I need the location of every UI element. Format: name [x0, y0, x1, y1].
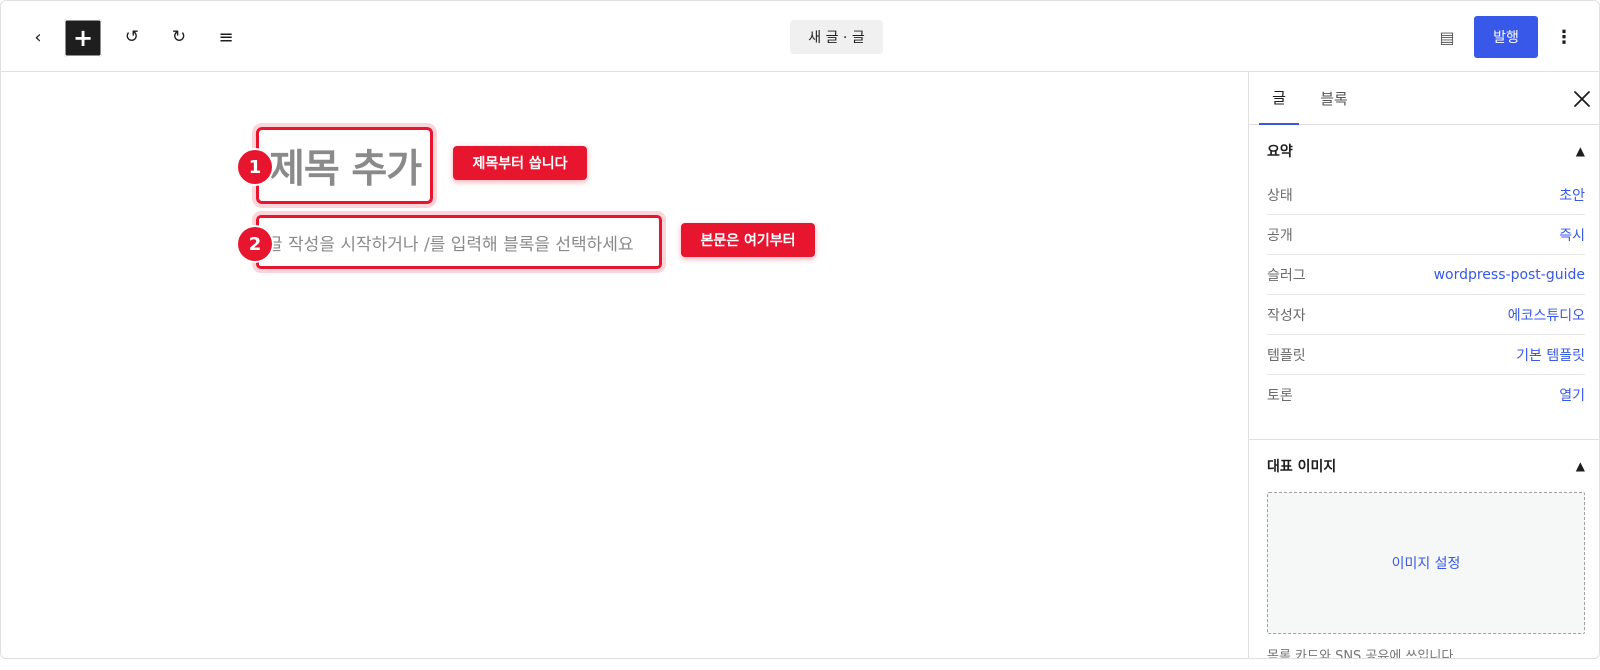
step-badge-2: 2 — [238, 227, 272, 261]
summary-heading: 요약 — [1267, 144, 1293, 160]
author-value-button[interactable]: 에코스튜디오 — [1508, 305, 1585, 325]
panel-divider — [1249, 439, 1599, 440]
row-label: 공개 — [1267, 227, 1293, 244]
more-options-icon[interactable]: ⋮ — [1552, 23, 1576, 51]
post-title-placeholder: 제목 추가 — [269, 146, 422, 192]
summary-rows: 상태 초안 공개 즉시 슬러그 wordpress-post-guide 작성자… — [1267, 175, 1585, 415]
undo-icon[interactable]: ↺ — [118, 23, 146, 51]
chevron-up-icon: ▲ — [1575, 459, 1585, 473]
featured-image-help-text: 목록 카드와 SNS 공유에 쓰입니다. — [1267, 649, 1458, 659]
settings-panel-icon[interactable]: ▤ — [1433, 23, 1461, 51]
row-label: 상태 — [1267, 187, 1293, 204]
summary-row-publish: 공개 즉시 — [1267, 215, 1585, 255]
post-body-field[interactable]: 글 작성을 시작하거나 /를 입력해 블록을 선택하세요 — [256, 215, 662, 269]
title-callout: 제목부터 씁니다 — [453, 146, 587, 180]
slug-value-button[interactable]: wordpress-post-guide — [1434, 267, 1585, 283]
summary-row-status: 상태 초안 — [1267, 175, 1585, 215]
post-body-placeholder: 글 작성을 시작하거나 /를 입력해 블록을 선택하세요 — [267, 234, 634, 255]
set-featured-image-button[interactable]: 이미지 설정 — [1267, 492, 1585, 634]
featured-image-heading: 대표 이미지 — [1267, 459, 1337, 475]
sidebar-tabs: 글 블록 — [1249, 72, 1599, 125]
status-value-button[interactable]: 초안 — [1559, 185, 1585, 205]
template-value-button[interactable]: 기본 템플릿 — [1516, 345, 1585, 365]
discussion-value-button[interactable]: 열기 — [1559, 385, 1585, 405]
step-badge-1: 1 — [238, 150, 272, 184]
add-block-button[interactable]: + — [64, 19, 102, 57]
summary-panel-toggle[interactable]: 요약 ▲ — [1267, 139, 1585, 163]
post-title-field[interactable]: 제목 추가 — [256, 127, 433, 204]
editor-window: ‹ + ↺ ↻ ≡ 새 글 · 글 ▤ 발행 ⋮ 제목 추가 1 제목부터 씁니… — [0, 0, 1600, 659]
document-title-bar[interactable]: 새 글 · 글 — [790, 20, 883, 54]
document-overview-icon[interactable]: ≡ — [212, 23, 240, 51]
editor-canvas: 제목 추가 1 제목부터 씁니다 글 작성을 시작하거나 /를 입력해 블록을 … — [1, 72, 1248, 658]
summary-row-slug: 슬러그 wordpress-post-guide — [1267, 255, 1585, 295]
set-featured-image-label: 이미지 설정 — [1391, 556, 1461, 572]
row-label: 템플릿 — [1267, 347, 1306, 364]
summary-row-author: 작성자 에코스튜디오 — [1267, 295, 1585, 335]
featured-image-panel-toggle[interactable]: 대표 이미지 ▲ — [1267, 454, 1585, 478]
chevron-up-icon: ▲ — [1575, 144, 1585, 158]
row-label: 토론 — [1267, 388, 1293, 404]
publish-button[interactable]: 발행 — [1474, 16, 1538, 58]
settings-sidebar: 글 블록 요약 ▲ 상태 초안 공개 즉시 슬러그 wordpress-post… — [1248, 72, 1599, 659]
body-callout: 본문은 여기부터 — [681, 223, 815, 257]
redo-icon[interactable]: ↻ — [165, 23, 193, 51]
tab-post[interactable]: 글 — [1259, 72, 1299, 125]
back-icon[interactable]: ‹ — [25, 23, 51, 51]
close-icon[interactable] — [1567, 84, 1597, 114]
summary-row-discussion: 토론 열기 — [1267, 375, 1585, 415]
summary-row-template: 템플릿 기본 템플릿 — [1267, 335, 1585, 375]
publish-date-button[interactable]: 즉시 — [1559, 225, 1585, 245]
top-toolbar: ‹ + ↺ ↻ ≡ 새 글 · 글 ▤ 발행 ⋮ — [1, 1, 1599, 72]
tab-block[interactable]: 블록 — [1311, 72, 1357, 125]
row-label: 작성자 — [1267, 307, 1306, 324]
row-label: 슬러그 — [1267, 267, 1306, 284]
